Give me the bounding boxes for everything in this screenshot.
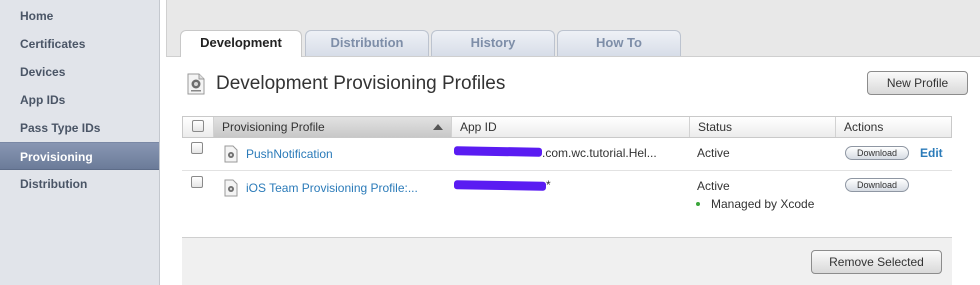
sort-ascending-icon [433,124,443,130]
tab-development[interactable]: Development [180,30,302,57]
tab-history[interactable]: History [431,30,555,56]
edit-link[interactable]: Edit [920,146,943,160]
download-button[interactable]: Download [845,146,909,160]
managed-status-dot [696,202,700,206]
profile-file-icon [224,145,238,163]
sidebar-item-certificates[interactable]: Certificates [0,30,159,58]
new-profile-button[interactable]: New Profile [867,71,968,95]
sidebar-item-distribution[interactable]: Distribution [0,170,159,198]
column-header-status[interactable]: Status [689,117,835,137]
status-value: Active [697,146,730,160]
tab-distribution[interactable]: Distribution [305,30,429,56]
sidebar-item-app-ids[interactable]: App IDs [0,86,159,114]
redaction-mark [453,146,543,157]
download-button[interactable]: Download [845,178,909,192]
profile-link[interactable]: iOS Team Provisioning Profile:... [246,181,418,195]
sidebar-item-provisioning[interactable]: Provisioning [0,142,159,170]
row-checkbox[interactable] [191,176,203,188]
status-value: Active [697,179,730,193]
redaction-mark [453,180,547,191]
status-note: Managed by Xcode [711,197,815,211]
app-id-value: * [546,178,551,192]
select-all-checkbox[interactable] [192,120,204,132]
sidebar-item-pass-type-ids[interactable]: Pass Type IDs [0,114,159,142]
column-header-app-id[interactable]: App ID [451,117,689,137]
column-header-actions: Actions [835,117,951,137]
sidebar-item-home[interactable]: Home [0,2,159,30]
column-header-label: Provisioning Profile [222,120,325,134]
provisioning-profile-icon [187,73,205,95]
row-divider [182,170,952,171]
table-header: Provisioning Profile App ID Status Actio… [182,116,952,138]
column-header-provisioning-profile[interactable]: Provisioning Profile [213,117,451,137]
tab-how-to[interactable]: How To [557,30,681,56]
row-checkbox[interactable] [191,142,203,154]
sidebar-item-devices[interactable]: Devices [0,58,159,86]
sidebar: Home Certificates Devices App IDs Pass T… [0,0,160,285]
profile-link[interactable]: PushNotification [246,147,333,161]
page-title: Development Provisioning Profiles [216,73,506,94]
profile-file-icon [224,179,238,197]
remove-selected-button[interactable]: Remove Selected [811,250,942,274]
app-id-value: .com.wc.tutorial.Hel... [542,146,657,160]
